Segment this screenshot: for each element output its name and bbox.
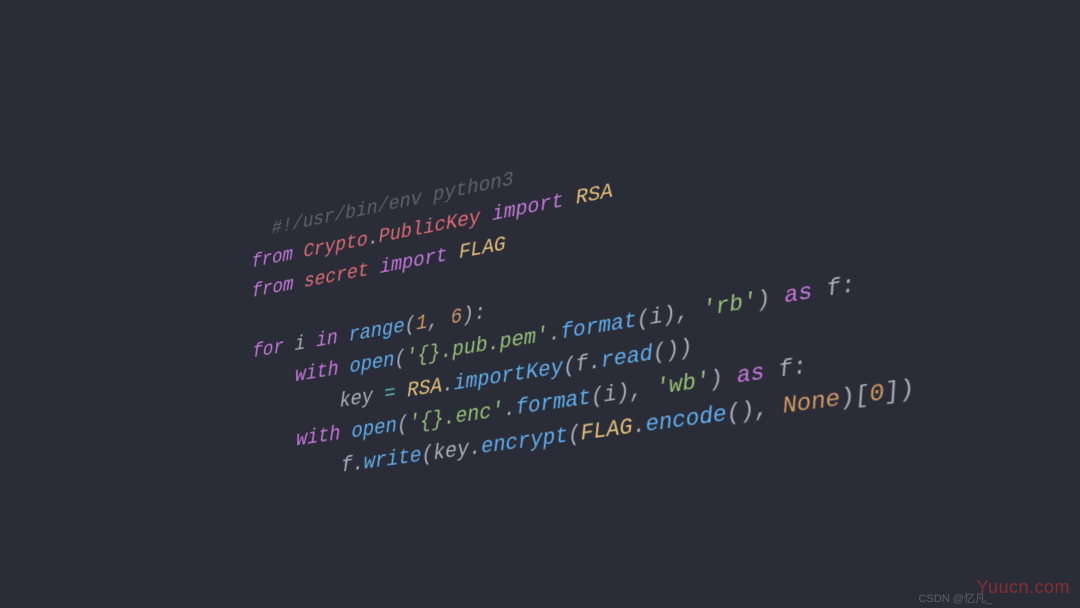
num-6: 6 [450,305,463,331]
fn-read: read [600,341,654,374]
fn-importkey: importKey [453,355,564,396]
fn-format: format [515,385,592,421]
class-rsa: RSA [407,374,443,403]
watermark-author: CSDN @忆凡_ [918,590,992,606]
paren: ) [755,287,772,315]
var-key: key [339,384,373,413]
fn-range: range [348,315,405,348]
var-f: f [341,453,353,479]
comma: , [629,375,657,404]
paren: ) [678,334,694,362]
var-key: key [433,436,470,466]
kw-for: for [252,336,284,364]
kw-as: as [783,280,814,310]
op-assign: = [373,379,408,408]
paren: ) [898,375,917,405]
fn-encrypt: encrypt [480,423,568,460]
paren: ) [462,303,475,329]
paren: ( [397,412,409,438]
kw-in: in [316,327,338,354]
paren: ( [394,347,406,372]
str-enc: '{}.enc' [408,398,504,436]
colon: : [473,301,486,327]
fn-encode: encode [645,401,728,438]
kw-import: import [491,189,564,226]
code-stage: #!/usr/bin/env python3 from Crypto.Publi… [190,151,890,458]
fn-write: write [363,443,422,475]
module-secret: secret [304,259,369,294]
module-publickey: PublicKey [378,206,481,249]
kw-with: with [296,422,341,452]
code-block: #!/usr/bin/env python3 from Crypto.Publi… [241,89,917,496]
dot: . [367,226,379,250]
fn-format: format [560,309,638,346]
paren: ( [421,441,434,467]
comma: , [675,298,704,327]
colon: : [839,273,857,301]
paren: ( [404,313,416,338]
fn-open: open [349,349,395,380]
shebang-comment: #!/usr/bin/env python3 [272,168,515,240]
const-flag: FLAG [580,414,634,447]
kw-with: with [295,358,339,388]
colon: : [791,353,808,382]
kw-import: import [379,244,448,280]
fn-open: open [351,413,397,444]
str-rb: 'rb' [701,289,758,323]
const-none: None [781,385,842,420]
module-crypto: Crypto [303,229,368,264]
comma: , [427,307,451,334]
comma: , [753,393,784,423]
dot: . [352,451,364,477]
dot: . [441,372,454,398]
kw-from: from [252,273,294,303]
num-1: 1 [416,311,428,336]
var-i: i [294,332,305,357]
kw-from: from [251,244,293,274]
paren: ) [708,365,724,393]
kw-as: as [735,359,766,389]
str-wb: 'wb' [655,367,711,401]
const-flag: FLAG [458,233,506,265]
class-rsa: RSA [575,180,614,211]
